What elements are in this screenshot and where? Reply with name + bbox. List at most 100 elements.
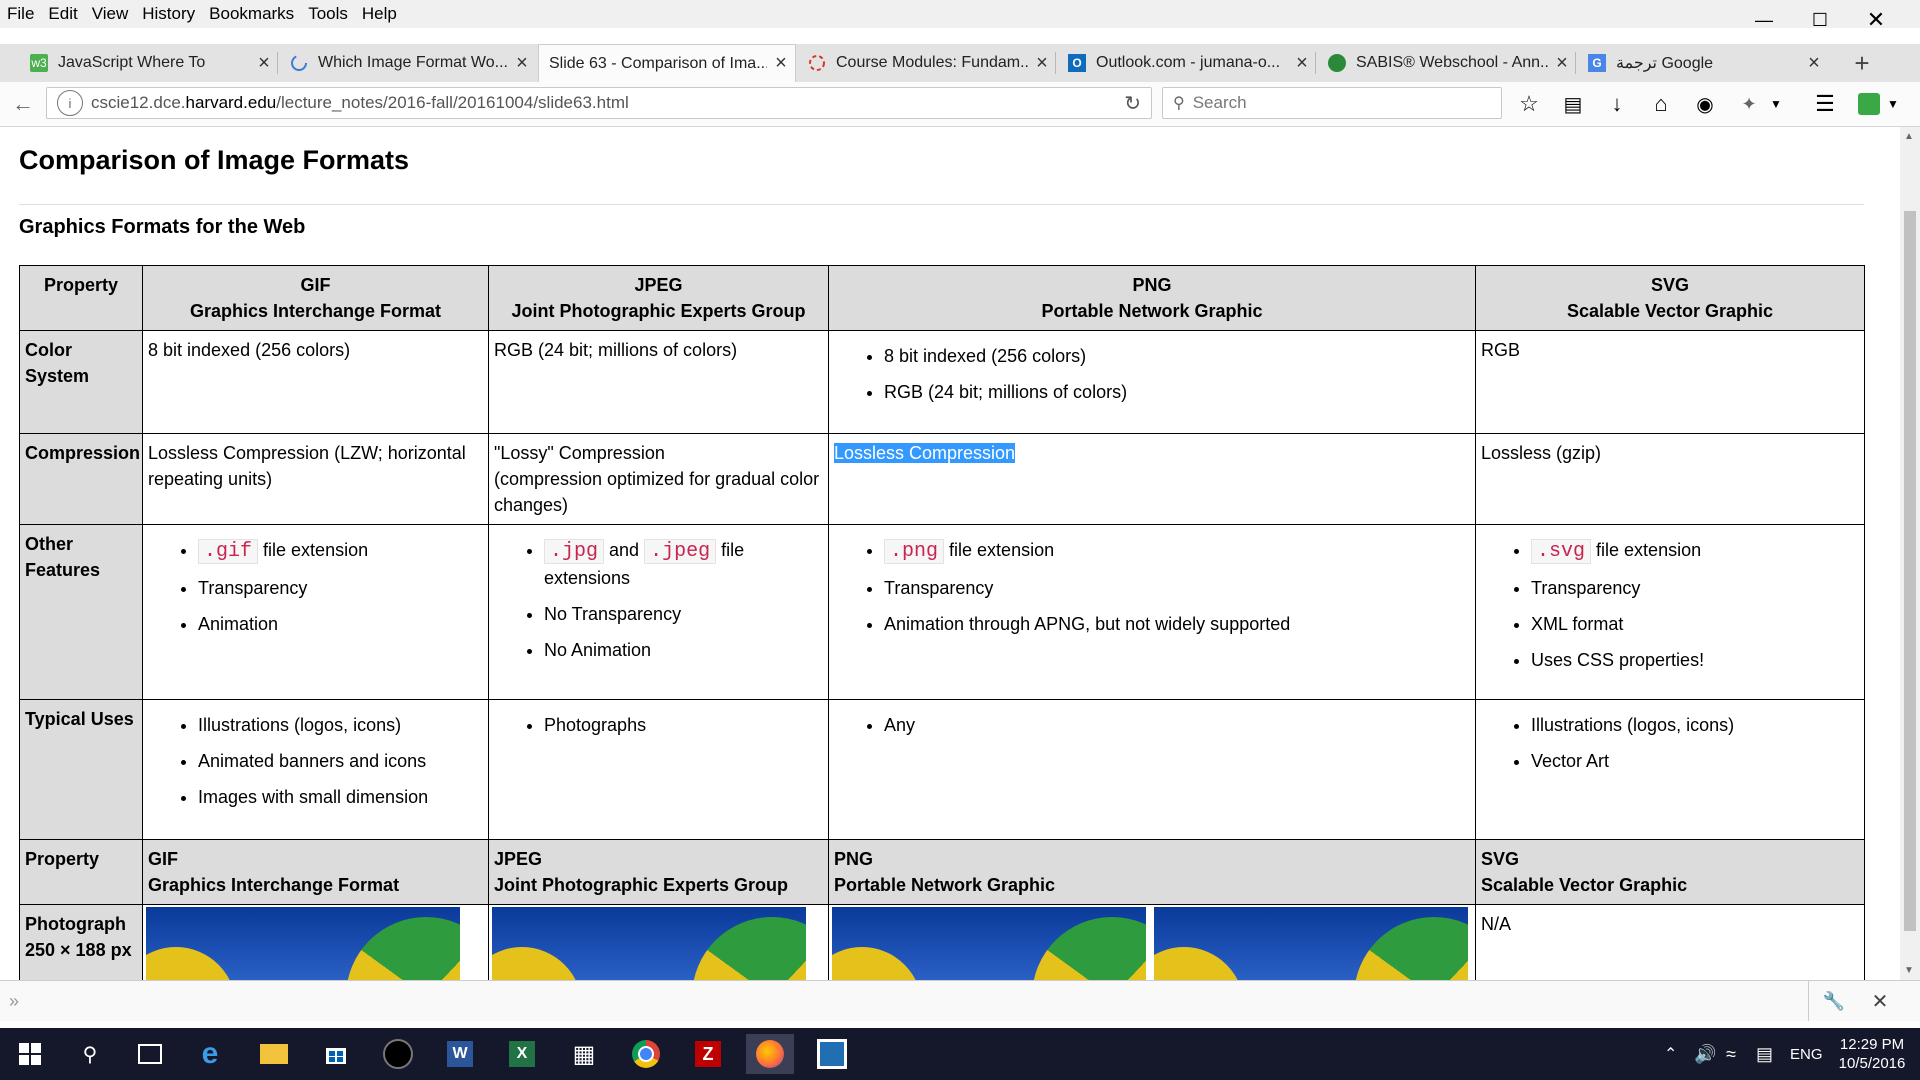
search-icon[interactable]: ⚲	[66, 1034, 114, 1074]
notifications-icon[interactable]: ▤	[1756, 1028, 1773, 1080]
search-icon: ⚲	[1173, 95, 1185, 112]
svg-features: .svg file extension Transparency XML for…	[1475, 524, 1865, 700]
downloads-icon[interactable]: ↓	[1602, 90, 1632, 118]
close-tab-icon[interactable]: ×	[767, 52, 795, 75]
table-header-row: Property GIF Graphics Interchange Format …	[19, 265, 1865, 331]
table-header-row-repeat: Property GIF Graphics Interchange Format …	[19, 839, 1865, 905]
scrollbar-thumb[interactable]	[1904, 211, 1916, 931]
vertical-scrollbar[interactable]: ▲ ▼	[1900, 127, 1920, 980]
gif-uses: Illustrations (logos, icons) Animated ba…	[142, 699, 489, 840]
header-gif: GIF Graphics Interchange Format	[142, 265, 489, 331]
expand-chevron-icon[interactable]: »	[2, 987, 26, 1015]
balloon-photo-jpeg	[492, 907, 806, 980]
tab-which-image-format[interactable]: Which Image Format Wo... ×	[280, 44, 536, 82]
bookmark-star-icon[interactable]: ☆	[1514, 90, 1544, 118]
table-row-photograph: Photograph 250 × 188 px N/A	[19, 904, 1865, 980]
close-tab-icon[interactable]: ×	[1800, 52, 1828, 75]
back-button[interactable]: ←	[8, 90, 38, 118]
chrome-icon[interactable]	[622, 1034, 670, 1074]
task-view-icon[interactable]	[126, 1034, 174, 1074]
edge-icon[interactable]: e	[186, 1034, 234, 1074]
excel-icon[interactable]: X	[498, 1034, 546, 1074]
close-tab-icon[interactable]: ×	[1288, 52, 1316, 75]
store-icon[interactable]	[312, 1034, 360, 1074]
list-item: No Animation	[544, 637, 823, 663]
close-window-button[interactable]: ✕	[1848, 0, 1904, 40]
url-bar[interactable]: i cscie12.dce. harvard.edu/lecture_notes/…	[46, 87, 1152, 119]
scroll-down-icon[interactable]: ▼	[1904, 965, 1914, 976]
bookmarks-list-icon[interactable]: ▤	[1558, 90, 1588, 118]
list-item: .gif file extension	[198, 537, 483, 565]
hamburger-menu-icon[interactable]: ☰	[1810, 90, 1840, 118]
header-jpeg: JPEG Joint Photographic Experts Group	[488, 265, 829, 331]
home-icon[interactable]: ⌂	[1646, 90, 1676, 118]
tab-title: Slide 63 - Comparison of Ima...	[549, 54, 767, 72]
menu-help[interactable]: Help	[355, 4, 404, 24]
extension-icon[interactable]: ✦	[1734, 90, 1764, 118]
header-property: Property	[19, 265, 143, 331]
balloon-photo-gif	[146, 907, 460, 980]
menu-history[interactable]: History	[135, 4, 202, 24]
close-tab-icon[interactable]: ×	[250, 52, 278, 75]
wifi-icon[interactable]: ≈	[1726, 1028, 1736, 1080]
search-placeholder: Search	[1192, 93, 1247, 112]
selected-text[interactable]: Lossless Compression	[834, 443, 1016, 463]
tab-title: JavaScript Where To	[58, 54, 206, 71]
volume-icon[interactable]: 🔊	[1694, 1028, 1716, 1080]
menu-tools[interactable]: Tools	[301, 4, 355, 24]
png-features: .png file extension Transparency Animati…	[828, 524, 1476, 700]
reload-icon[interactable]: ↻	[1124, 91, 1141, 116]
calculator-icon[interactable]: ▦	[560, 1034, 608, 1074]
menu-edit[interactable]: Edit	[41, 4, 84, 24]
asus-icon[interactable]	[374, 1034, 422, 1074]
menu-view[interactable]: View	[85, 4, 136, 24]
close-tab-icon[interactable]: ×	[1548, 52, 1576, 75]
close-tab-icon[interactable]: ×	[508, 52, 536, 75]
loading-icon	[290, 54, 308, 72]
tab-outlook[interactable]: O Outlook.com - jumana-o... ×	[1058, 44, 1316, 82]
search-bar[interactable]: ⚲ Search	[1162, 87, 1502, 119]
pocket-icon[interactable]: ◉	[1690, 90, 1720, 118]
tab-javascript-where-to[interactable]: w3 JavaScript Where To ×	[20, 44, 278, 82]
app-icon[interactable]	[808, 1034, 856, 1074]
windows-start-icon[interactable]	[6, 1034, 54, 1074]
close-toolbar-icon[interactable]: ✕	[1866, 987, 1894, 1015]
firefox-icon[interactable]	[746, 1034, 794, 1074]
header-png: PNG Portable Network Graphic	[828, 265, 1476, 331]
tab-slide-63[interactable]: Slide 63 - Comparison of Ima... ×	[538, 44, 796, 82]
site-info-icon[interactable]: i	[57, 90, 83, 116]
language-indicator[interactable]: ENG	[1790, 1028, 1823, 1080]
menu-bookmarks[interactable]: Bookmarks	[202, 4, 301, 24]
google-translate-icon: G	[1588, 54, 1606, 72]
table-row-compression: Compression Lossless Compression (LZW; h…	[19, 433, 1865, 525]
tab-google-translate[interactable]: G ترجمة Google ×	[1578, 44, 1828, 82]
list-item: Animation	[198, 611, 483, 637]
extension-dropdown-icon[interactable]: ▼	[1766, 90, 1786, 118]
list-item: Transparency	[1531, 575, 1859, 601]
maximize-button[interactable]: ☐	[1792, 0, 1848, 40]
header-gif: GIF Graphics Interchange Format	[142, 839, 489, 905]
tab-sabis[interactable]: SABIS® Webschool - Ann... ×	[1318, 44, 1576, 82]
wrench-icon[interactable]: 🔧	[1820, 987, 1848, 1015]
gif-photo-cell	[142, 904, 489, 980]
file-explorer-icon[interactable]	[250, 1034, 298, 1074]
menu-file[interactable]: File	[0, 4, 41, 24]
menu-bar: File Edit View History Bookmarks Tools H…	[0, 0, 1920, 28]
addon-icon[interactable]	[1854, 90, 1884, 118]
addon-dropdown-icon[interactable]: ▼	[1884, 90, 1902, 118]
url-prefix: cscie12.dce.	[91, 93, 186, 112]
filezilla-icon[interactable]: Z	[684, 1034, 732, 1074]
header-svg: SVG Scalable Vector Graphic	[1475, 839, 1865, 905]
tab-course-modules[interactable]: Course Modules: Fundam... ×	[798, 44, 1056, 82]
clock[interactable]: 12:29 PM 10/5/2016	[1832, 1028, 1912, 1080]
new-tab-button[interactable]: +	[1842, 44, 1882, 82]
word-icon[interactable]: W	[436, 1034, 484, 1074]
row-label-typical-uses: Typical Uses	[19, 699, 143, 840]
close-tab-icon[interactable]: ×	[1028, 52, 1056, 75]
scroll-up-icon[interactable]: ▲	[1904, 131, 1914, 142]
tray-chevron-icon[interactable]: ⌃	[1664, 1028, 1677, 1080]
jpeg-compression: "Lossy" Compression (compression optimize…	[488, 433, 829, 525]
minimize-button[interactable]: —	[1736, 0, 1792, 40]
svg-photo-cell: N/A	[1475, 904, 1865, 980]
header-png: PNG Portable Network Graphic	[828, 839, 1476, 905]
